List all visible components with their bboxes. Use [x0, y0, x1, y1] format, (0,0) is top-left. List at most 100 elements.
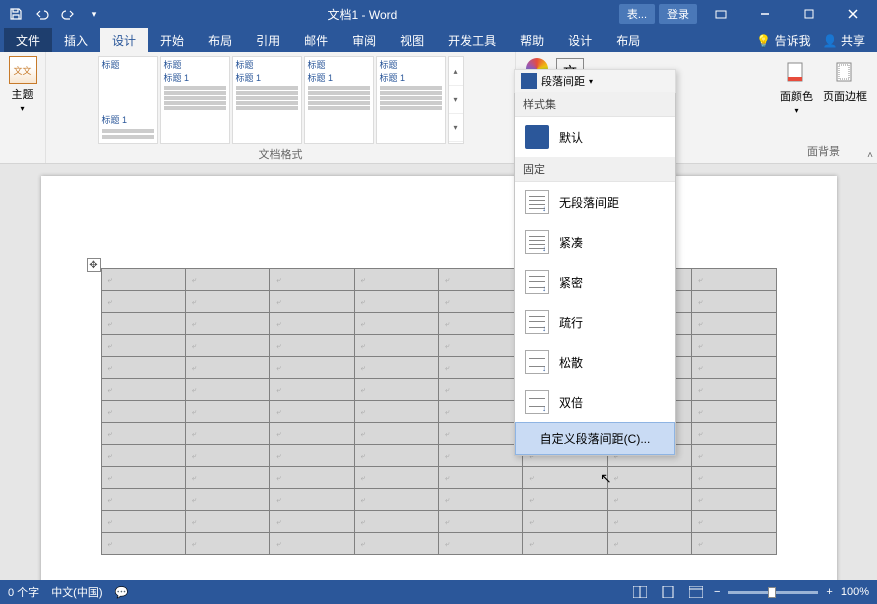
- table-cell[interactable]: [439, 467, 523, 489]
- minimize-button[interactable]: [745, 2, 785, 26]
- page-color-button[interactable]: 面颜色▾: [776, 56, 817, 117]
- context-table-tab[interactable]: 表...: [619, 4, 655, 24]
- table-cell[interactable]: [270, 313, 354, 335]
- table-cell[interactable]: [692, 489, 776, 511]
- themes-button[interactable]: 文文 主题 ▾: [9, 56, 37, 113]
- login-button[interactable]: 登录: [659, 4, 697, 24]
- table-cell[interactable]: [439, 269, 523, 291]
- table-cell[interactable]: [185, 269, 269, 291]
- table-cell[interactable]: [692, 269, 776, 291]
- table-cell[interactable]: [439, 313, 523, 335]
- tab-references[interactable]: 引用: [244, 28, 292, 52]
- table-cell[interactable]: [185, 533, 269, 555]
- spacing-compact[interactable]: ↓紧凑: [515, 222, 675, 262]
- tab-view[interactable]: 视图: [388, 28, 436, 52]
- table-cell[interactable]: [523, 511, 607, 533]
- gallery-more-button[interactable]: ▴▾▾: [448, 56, 464, 144]
- table-cell[interactable]: [185, 489, 269, 511]
- table-cell[interactable]: [439, 357, 523, 379]
- table-cell[interactable]: [185, 313, 269, 335]
- tab-home[interactable]: 开始: [148, 28, 196, 52]
- zoom-slider[interactable]: [728, 591, 818, 594]
- undo-button[interactable]: [30, 2, 54, 26]
- table-cell[interactable]: [692, 313, 776, 335]
- collapse-ribbon-button[interactable]: ˄: [867, 150, 873, 161]
- table-cell[interactable]: [354, 401, 438, 423]
- word-count[interactable]: 0 个字: [8, 584, 39, 600]
- table-cell[interactable]: [270, 379, 354, 401]
- table-cell[interactable]: [439, 511, 523, 533]
- tab-insert[interactable]: 插入: [52, 28, 100, 52]
- table-cell[interactable]: [101, 445, 185, 467]
- table-cell[interactable]: [354, 291, 438, 313]
- table-cell[interactable]: [185, 511, 269, 533]
- tab-layout[interactable]: 布局: [196, 28, 244, 52]
- table-cell[interactable]: [101, 467, 185, 489]
- spacing-default[interactable]: 默认: [515, 117, 675, 157]
- zoom-level[interactable]: 100%: [841, 586, 869, 598]
- table-cell[interactable]: [439, 291, 523, 313]
- table-cell[interactable]: [101, 313, 185, 335]
- table-cell[interactable]: [354, 489, 438, 511]
- table-cell[interactable]: [354, 467, 438, 489]
- table-cell[interactable]: [354, 423, 438, 445]
- table-cell[interactable]: [270, 467, 354, 489]
- table-cell[interactable]: [692, 445, 776, 467]
- table-cell[interactable]: [354, 313, 438, 335]
- zoom-out-button[interactable]: −: [714, 586, 720, 598]
- table-cell[interactable]: [439, 423, 523, 445]
- ribbon-display-button[interactable]: [701, 2, 741, 26]
- table-cell[interactable]: [185, 445, 269, 467]
- style-item-2[interactable]: 标题标题 1: [160, 56, 230, 144]
- table-cell[interactable]: [692, 335, 776, 357]
- table-cell[interactable]: [185, 467, 269, 489]
- table-cell[interactable]: [101, 423, 185, 445]
- table-cell[interactable]: [270, 511, 354, 533]
- table-cell[interactable]: [101, 511, 185, 533]
- table-cell[interactable]: [185, 357, 269, 379]
- table-cell[interactable]: [692, 467, 776, 489]
- table-cell[interactable]: [101, 401, 185, 423]
- table-cell[interactable]: [270, 423, 354, 445]
- table-move-handle[interactable]: ✥: [87, 258, 101, 272]
- spacing-custom[interactable]: 自定义段落间距(C)...: [515, 422, 675, 455]
- language-status[interactable]: 中文(中国): [51, 584, 102, 600]
- table-cell[interactable]: [185, 379, 269, 401]
- style-item-5[interactable]: 标题标题 1: [376, 56, 446, 144]
- table-cell[interactable]: [692, 357, 776, 379]
- table-cell[interactable]: [354, 357, 438, 379]
- table-cell[interactable]: [270, 291, 354, 313]
- table-cell[interactable]: [439, 379, 523, 401]
- tab-table-layout[interactable]: 布局: [604, 28, 652, 52]
- table-cell[interactable]: [101, 269, 185, 291]
- spacing-relaxed[interactable]: ↓松散: [515, 342, 675, 382]
- table-cell[interactable]: [439, 401, 523, 423]
- table-cell[interactable]: [692, 423, 776, 445]
- table-cell[interactable]: [270, 489, 354, 511]
- spacing-open[interactable]: ↓疏行: [515, 302, 675, 342]
- web-layout-button[interactable]: [686, 583, 706, 601]
- tab-mailings[interactable]: 邮件: [292, 28, 340, 52]
- table-cell[interactable]: [523, 489, 607, 511]
- table-cell[interactable]: [185, 291, 269, 313]
- table-cell[interactable]: [270, 335, 354, 357]
- table-cell[interactable]: [101, 489, 185, 511]
- maximize-button[interactable]: [789, 2, 829, 26]
- tab-devtools[interactable]: 开发工具: [436, 28, 508, 52]
- table-cell[interactable]: [101, 533, 185, 555]
- table-cell[interactable]: [692, 291, 776, 313]
- tab-file[interactable]: 文件: [4, 28, 52, 52]
- table-cell[interactable]: [692, 401, 776, 423]
- tellme-button[interactable]: 💡 告诉我: [756, 32, 810, 49]
- table-cell[interactable]: [692, 511, 776, 533]
- share-button[interactable]: 👤 共享: [823, 32, 865, 49]
- table-cell[interactable]: [439, 489, 523, 511]
- table-cell[interactable]: [439, 335, 523, 357]
- save-button[interactable]: [4, 2, 28, 26]
- close-button[interactable]: [833, 2, 873, 26]
- document-formatting-gallery[interactable]: 标题 标题 1 标题标题 1 标题标题 1 标题标题 1 标题标题 1 ▴▾▾: [98, 56, 464, 144]
- table-cell[interactable]: [270, 533, 354, 555]
- document-area[interactable]: ✥: [0, 164, 877, 580]
- table-cell[interactable]: [270, 401, 354, 423]
- print-layout-button[interactable]: [658, 583, 678, 601]
